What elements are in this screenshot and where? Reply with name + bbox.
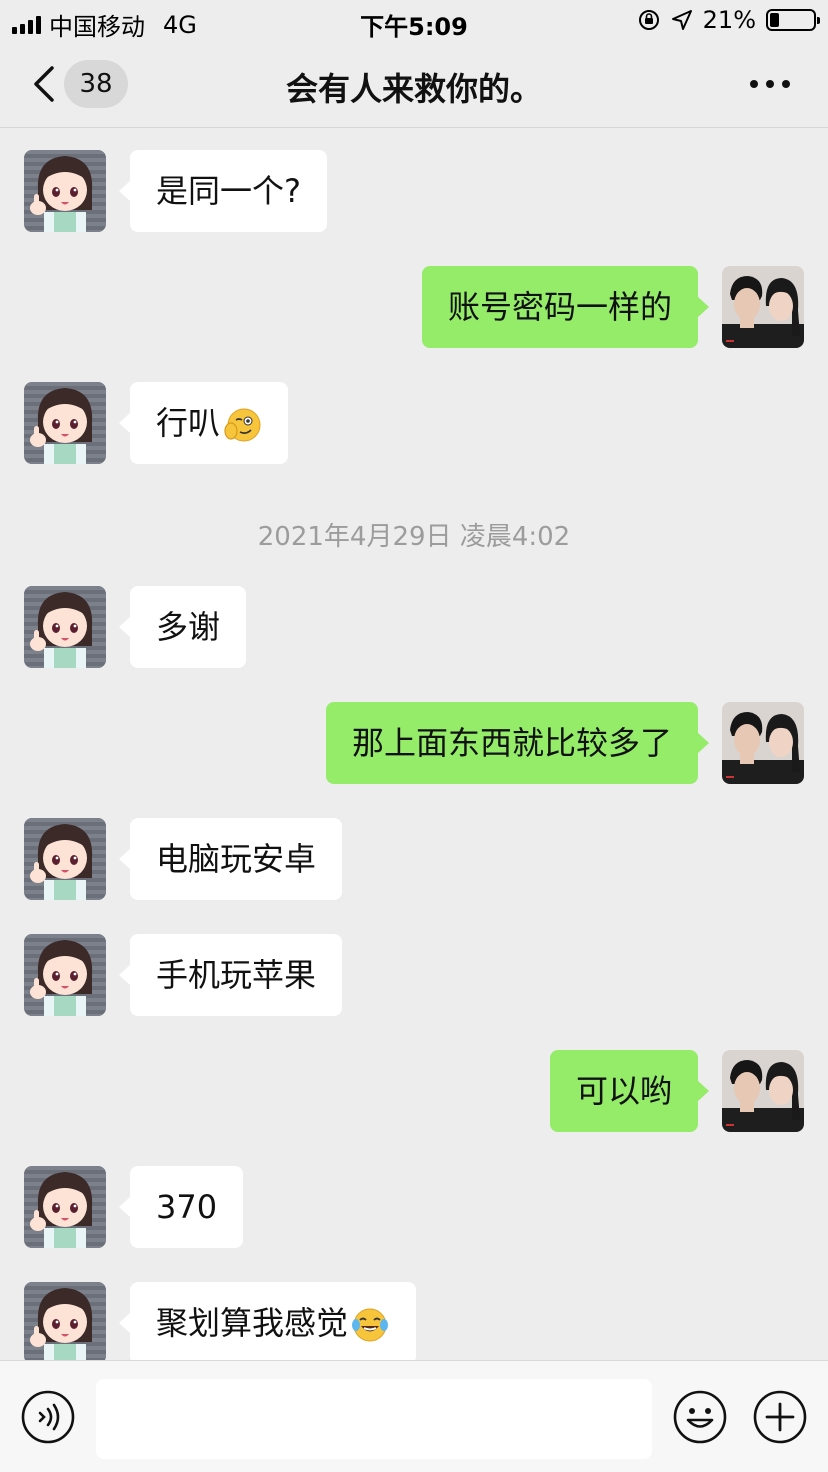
input-bar bbox=[0, 1360, 828, 1472]
chat-title: 会有人来救你的。 bbox=[285, 70, 542, 108]
message-text: 聚划算我感觉 bbox=[156, 1304, 349, 1342]
smirk-face-emoji-icon bbox=[224, 408, 261, 442]
contact-avatar[interactable] bbox=[24, 150, 106, 232]
girl-avatar-image bbox=[24, 382, 106, 464]
status-bar: 中国移动 4G 下午5:09 21% bbox=[0, 0, 828, 42]
couple-avatar-image bbox=[722, 266, 804, 348]
message-text: 可以哟 bbox=[575, 1072, 672, 1110]
tears-of-joy-emoji-icon bbox=[352, 1308, 389, 1342]
battery-percent: 21% bbox=[702, 6, 756, 34]
message-bubble[interactable]: 那上面东西就比较多了 bbox=[325, 702, 710, 784]
ellipsis-icon[interactable] bbox=[750, 80, 790, 88]
couple-avatar-image bbox=[722, 1050, 804, 1132]
girl-avatar-image bbox=[24, 586, 106, 668]
message-text: 是同一个? bbox=[156, 172, 301, 210]
message-list[interactable]: 是同一个? 账号密码一样的 行叭 2021年4月29日 凌晨4:02 多谢 那上… bbox=[0, 128, 828, 1360]
battery-fill bbox=[770, 13, 779, 27]
contact-avatar[interactable] bbox=[24, 586, 106, 668]
message-timestamp: 2021年4月29日 凌晨4:02 bbox=[257, 522, 571, 552]
message-input[interactable] bbox=[96, 1379, 652, 1459]
emoji-icon[interactable] bbox=[672, 1389, 728, 1445]
message-text: 多谢 bbox=[156, 608, 221, 646]
message-bubble[interactable]: 电脑玩安卓 bbox=[118, 818, 343, 900]
self-avatar[interactable] bbox=[722, 266, 804, 348]
message-bubble[interactable]: 手机玩苹果 bbox=[118, 934, 343, 1016]
message-text: 账号密码一样的 bbox=[447, 288, 672, 326]
self-avatar[interactable] bbox=[722, 702, 804, 784]
voice-icon[interactable] bbox=[20, 1389, 76, 1445]
self-avatar[interactable] bbox=[722, 1050, 804, 1132]
status-right: 21% bbox=[637, 6, 820, 34]
contact-avatar[interactable] bbox=[24, 934, 106, 1016]
message-text: 370 bbox=[156, 1188, 218, 1226]
message-bubble[interactable]: 行叭 bbox=[118, 382, 289, 464]
message-text: 行叭 bbox=[156, 404, 221, 442]
plus-circle-icon[interactable] bbox=[752, 1389, 808, 1445]
message-bubble[interactable]: 是同一个? bbox=[119, 150, 327, 232]
chat-header: 38 会有人来救你的。 bbox=[0, 42, 828, 128]
couple-avatar-image bbox=[722, 702, 804, 784]
message-text: 手机玩苹果 bbox=[156, 956, 317, 994]
battery-icon bbox=[766, 9, 820, 31]
girl-avatar-image bbox=[24, 934, 106, 1016]
message-bubble[interactable]: 聚划算我感觉 bbox=[118, 1282, 417, 1360]
contact-avatar[interactable] bbox=[24, 1282, 106, 1360]
orientation-lock-icon bbox=[638, 10, 659, 30]
contact-avatar[interactable] bbox=[24, 818, 106, 900]
message-bubble[interactable]: 账号密码一样的 bbox=[421, 266, 710, 348]
girl-avatar-image bbox=[24, 1166, 106, 1248]
message-bubble[interactable]: 可以哟 bbox=[549, 1050, 710, 1132]
message-text: 那上面东西就比较多了 bbox=[351, 724, 672, 762]
message-bubble[interactable]: 多谢 bbox=[118, 586, 247, 668]
girl-avatar-image bbox=[24, 1282, 106, 1360]
contact-avatar[interactable] bbox=[24, 382, 106, 464]
girl-avatar-image bbox=[24, 150, 106, 232]
location-arrow-icon bbox=[671, 10, 692, 30]
girl-avatar-image bbox=[24, 818, 106, 900]
contact-avatar[interactable] bbox=[24, 1166, 106, 1248]
message-text: 电脑玩安卓 bbox=[156, 840, 317, 878]
message-bubble[interactable]: 370 bbox=[118, 1166, 244, 1248]
